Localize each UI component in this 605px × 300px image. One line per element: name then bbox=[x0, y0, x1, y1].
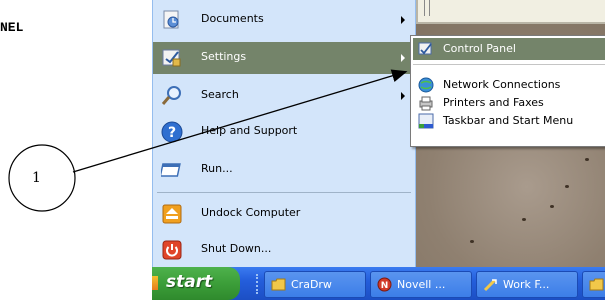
work-folder-icon bbox=[483, 277, 498, 292]
menu-item-undock-computer[interactable]: Undock Computer bbox=[153, 198, 415, 230]
menu-item-documents[interactable]: Documents bbox=[153, 4, 415, 36]
submenu-separator bbox=[413, 64, 605, 65]
documents-icon bbox=[161, 9, 183, 31]
taskbar-grip[interactable] bbox=[256, 274, 260, 294]
taskbar-start-menu-icon bbox=[418, 113, 434, 129]
submenu-item-label: Network Connections bbox=[443, 78, 561, 91]
menu-item-label: Settings bbox=[201, 50, 247, 63]
menu-item-settings[interactable]: Settings bbox=[153, 42, 415, 74]
taskbar-button-label: Novell ... bbox=[397, 278, 446, 291]
menu-item-label: Shut Down... bbox=[201, 242, 272, 255]
svg-text:?: ? bbox=[168, 125, 176, 141]
menu-item-label: Undock Computer bbox=[201, 206, 301, 219]
taskbar-button-label: Work F... bbox=[503, 278, 550, 291]
network-connections-icon bbox=[418, 77, 434, 93]
taskbar-button-cradrw[interactable]: CraDrw bbox=[264, 271, 366, 298]
menu-separator bbox=[157, 192, 411, 193]
start-button[interactable]: start bbox=[152, 267, 240, 300]
taskbar-button-overflow[interactable] bbox=[582, 271, 605, 298]
document-heading: NEL bbox=[0, 20, 24, 35]
callout-number: 1 bbox=[32, 170, 41, 186]
folder-icon bbox=[271, 277, 286, 292]
menu-item-label: Search bbox=[201, 88, 239, 101]
menu-item-shut-down[interactable]: Shut Down... bbox=[153, 234, 415, 266]
window-corner bbox=[416, 0, 605, 24]
taskbar-button-work-folder[interactable]: Work F... bbox=[476, 271, 578, 298]
control-panel-icon bbox=[418, 41, 434, 57]
taskbar-button-label: CraDrw bbox=[291, 278, 332, 291]
svg-text:N: N bbox=[381, 281, 389, 291]
submenu-item-label: Printers and Faxes bbox=[443, 96, 544, 109]
run-icon bbox=[161, 159, 183, 181]
start-button-label: start bbox=[166, 272, 213, 292]
folder-icon bbox=[589, 277, 604, 292]
callout-circle bbox=[8, 144, 76, 212]
printers-faxes-icon bbox=[418, 95, 434, 111]
start-menu: Documents Settings Search ? Help and Sup… bbox=[152, 0, 416, 267]
undock-icon bbox=[161, 203, 183, 225]
submenu-arrow-icon bbox=[401, 54, 405, 62]
search-icon bbox=[161, 85, 183, 107]
menu-item-label: Documents bbox=[201, 12, 264, 25]
settings-icon bbox=[161, 47, 183, 69]
menu-item-help-and-support[interactable]: ? Help and Support bbox=[153, 116, 415, 148]
shutdown-icon bbox=[161, 239, 183, 261]
windows-logo-icon bbox=[152, 276, 158, 290]
menu-item-label: Help and Support bbox=[201, 124, 298, 137]
submenu-arrow-icon bbox=[401, 92, 405, 100]
submenu-item-taskbar-and-start-menu[interactable]: Taskbar and Start Menu bbox=[413, 110, 605, 132]
submenu-item-control-panel[interactable]: Control Panel bbox=[413, 38, 605, 60]
taskbar-button-novell[interactable]: N Novell ... bbox=[370, 271, 472, 298]
menu-item-search[interactable]: Search bbox=[153, 80, 415, 112]
settings-submenu: Control Panel Network Connections Printe… bbox=[410, 35, 605, 147]
submenu-item-label: Control Panel bbox=[443, 42, 516, 55]
taskbar: start CraDrw N Novell ... Work F... bbox=[152, 267, 605, 300]
novell-icon: N bbox=[377, 277, 392, 292]
submenu-arrow-icon bbox=[401, 16, 405, 24]
menu-item-label: Run... bbox=[201, 162, 233, 175]
menu-item-run[interactable]: Run... bbox=[153, 154, 415, 186]
submenu-item-label: Taskbar and Start Menu bbox=[443, 114, 574, 127]
help-icon: ? bbox=[161, 121, 183, 143]
